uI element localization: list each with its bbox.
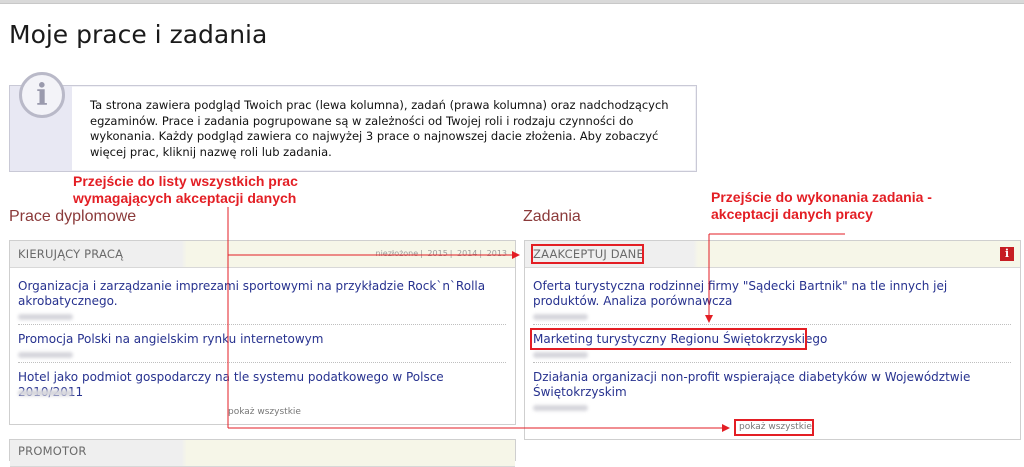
- annotation-arrows: [227, 207, 845, 432]
